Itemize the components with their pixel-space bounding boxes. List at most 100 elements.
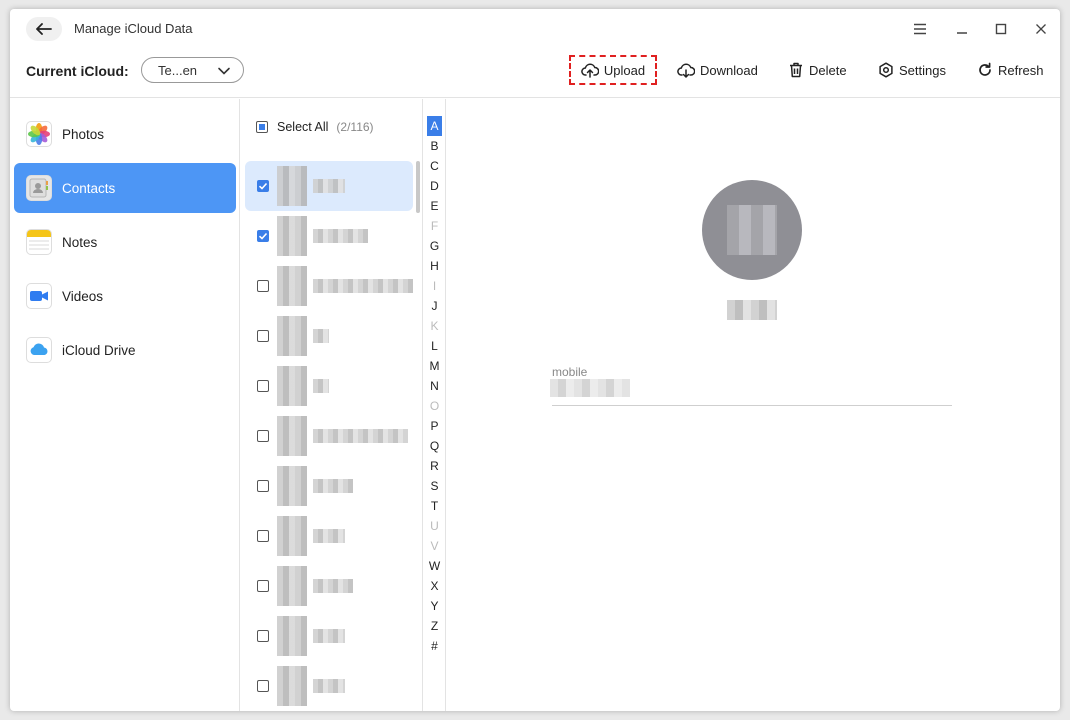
delete-button[interactable]: Delete — [782, 55, 853, 85]
alphabet-letter[interactable]: G — [427, 236, 442, 256]
contact-text-blurred — [313, 479, 353, 493]
contact-name-blurred — [277, 466, 353, 506]
alphabet-letter[interactable]: L — [427, 336, 442, 356]
checkbox[interactable] — [257, 430, 269, 442]
contact-avatar-blurred — [277, 416, 307, 456]
sidebar-item-icloud-drive[interactable]: iCloud Drive — [14, 325, 236, 375]
sidebar-item-label: Contacts — [62, 180, 116, 196]
list-item[interactable] — [245, 461, 413, 511]
checkbox[interactable] — [257, 530, 269, 542]
alphabet-letter[interactable]: W — [427, 556, 442, 576]
upload-button[interactable]: Upload — [569, 55, 657, 85]
checkbox-partial[interactable] — [256, 121, 268, 133]
contact-text-blurred — [313, 429, 408, 443]
settings-label: Settings — [899, 62, 946, 78]
alphabet-letter[interactable]: Q — [427, 436, 442, 456]
mobile-field-label: mobile — [552, 365, 588, 379]
maximize-button[interactable] — [991, 19, 1011, 39]
alphabet-letter[interactable]: B — [427, 136, 442, 156]
gear-icon — [879, 62, 893, 78]
checkbox-checked[interactable] — [257, 230, 269, 242]
alphabet-letter[interactable]: H — [427, 256, 442, 276]
chevron-down-icon — [218, 67, 230, 75]
contact-avatar-blurred — [277, 666, 307, 706]
contact-text-blurred — [313, 179, 345, 193]
select-all-checkbox[interactable]: Select All (2/116) — [256, 120, 374, 134]
settings-button[interactable]: Settings — [872, 55, 952, 85]
minimize-button[interactable] — [952, 19, 972, 39]
checkbox[interactable] — [257, 280, 269, 292]
alphabet-letter[interactable]: V — [427, 536, 442, 556]
contact-avatar-blurred — [277, 166, 307, 206]
checkbox[interactable] — [257, 630, 269, 642]
title-bar: Manage iCloud Data — [10, 9, 1060, 49]
alphabet-letter[interactable]: R — [427, 456, 442, 476]
contact-name-blurred — [277, 666, 345, 706]
contact-avatar-blurred — [277, 516, 307, 556]
photos-icon — [26, 121, 52, 147]
arrow-left-icon — [36, 23, 52, 35]
list-item[interactable] — [245, 661, 413, 711]
contact-avatar — [702, 180, 802, 280]
list-item[interactable] — [245, 611, 413, 661]
alphabet-letter[interactable]: K — [427, 316, 442, 336]
account-selector[interactable]: Te...en — [141, 57, 244, 83]
checkbox[interactable] — [257, 480, 269, 492]
sidebar-item-photos[interactable]: Photos — [14, 109, 236, 159]
list-scrollbar[interactable] — [416, 161, 420, 213]
list-item[interactable] — [245, 311, 413, 361]
alphabet-letter[interactable]: P — [427, 416, 442, 436]
list-item[interactable] — [245, 261, 413, 311]
cloud-upload-icon — [581, 63, 599, 78]
alphabet-letter[interactable]: I — [427, 276, 442, 296]
download-button[interactable]: Download — [671, 55, 764, 85]
contact-avatar-blurred — [277, 466, 307, 506]
alphabet-letter[interactable]: F — [427, 216, 442, 236]
list-item[interactable] — [245, 361, 413, 411]
checkbox[interactable] — [257, 580, 269, 592]
window-title: Manage iCloud Data — [74, 21, 193, 36]
back-button[interactable] — [26, 17, 62, 41]
alphabet-letter[interactable]: C — [427, 156, 442, 176]
alphabet-letter[interactable]: J — [427, 296, 442, 316]
list-item[interactable] — [245, 561, 413, 611]
contact-avatar-blurred — [277, 316, 307, 356]
sidebar-item-contacts[interactable]: Contacts — [14, 163, 236, 213]
close-button[interactable] — [1031, 19, 1051, 39]
alphabet-letter[interactable]: Y — [427, 596, 442, 616]
list-item[interactable] — [245, 411, 413, 461]
sidebar-item-videos[interactable]: Videos — [14, 271, 236, 321]
videos-icon — [26, 283, 52, 309]
contact-text-blurred — [313, 329, 329, 343]
alphabet-letter[interactable]: Z — [427, 616, 442, 636]
contact-name-blurred — [727, 300, 777, 320]
alphabet-letter[interactable]: S — [427, 476, 442, 496]
checkbox[interactable] — [257, 380, 269, 392]
menu-button[interactable] — [910, 19, 930, 39]
alphabet-letter[interactable]: O — [427, 396, 442, 416]
contact-text-blurred — [313, 579, 353, 593]
list-item[interactable] — [245, 161, 413, 211]
alphabet-letter[interactable]: # — [427, 636, 442, 656]
alphabet-letter[interactable]: T — [427, 496, 442, 516]
refresh-button[interactable]: Refresh — [971, 55, 1050, 85]
contact-name-blurred — [277, 516, 345, 556]
contact-text-blurred — [313, 279, 413, 293]
contacts-icon — [26, 175, 52, 201]
alphabet-letter[interactable]: A — [427, 116, 442, 136]
alphabet-letter[interactable]: N — [427, 376, 442, 396]
sidebar-item-notes[interactable]: Notes — [14, 217, 236, 267]
sidebar: Photos Contacts Notes Videos iCloud Driv — [10, 99, 240, 711]
alphabet-letter[interactable]: M — [427, 356, 442, 376]
list-item[interactable] — [245, 511, 413, 561]
toolbar: Current iCloud: Te...en Upload Download … — [10, 49, 1060, 98]
contact-name-blurred — [277, 566, 353, 606]
checkbox[interactable] — [257, 680, 269, 692]
alphabet-letter[interactable]: D — [427, 176, 442, 196]
checkbox[interactable] — [257, 330, 269, 342]
alphabet-letter[interactable]: U — [427, 516, 442, 536]
checkbox-checked[interactable] — [257, 180, 269, 192]
alphabet-letter[interactable]: E — [427, 196, 442, 216]
list-item[interactable] — [245, 211, 413, 261]
alphabet-letter[interactable]: X — [427, 576, 442, 596]
